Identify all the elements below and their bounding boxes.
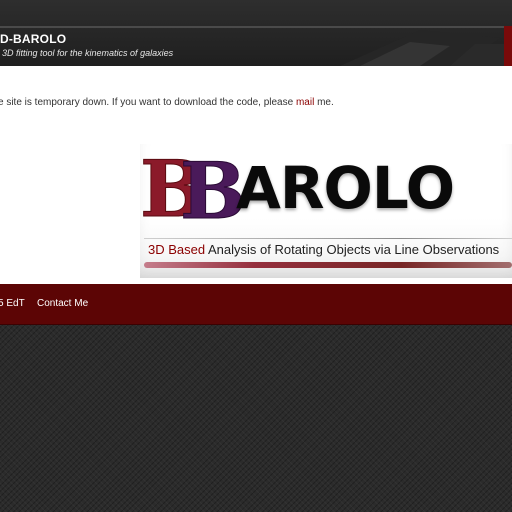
logo-subtitle-highlight: 3D Based bbox=[148, 242, 206, 257]
header-accent-bar bbox=[504, 26, 512, 66]
logo-divider bbox=[144, 238, 512, 239]
site-tagline: 3D fitting tool for the kinematics of ga… bbox=[2, 48, 174, 58]
logo-wordmark: AROLO bbox=[236, 154, 455, 222]
logo-subtitle: 3D Based Analysis of Rotating Objects vi… bbox=[148, 242, 499, 257]
site-header: D-BAROLO 3D fitting tool for the kinemat… bbox=[0, 0, 512, 66]
header-decoration bbox=[340, 30, 512, 66]
maintenance-notice: e site is temporary down. If you want to… bbox=[0, 97, 334, 108]
barolo-logo: B B AROLO 3D Based Analysis of Rotating … bbox=[140, 144, 512, 278]
site-footer: 5 EdT Contact Me bbox=[0, 284, 512, 325]
site-title[interactable]: D-BAROLO bbox=[0, 32, 66, 46]
contact-link[interactable]: Contact Me bbox=[37, 298, 88, 309]
notice-text-after: me. bbox=[314, 97, 334, 108]
footer-text: 5 EdT bbox=[0, 298, 25, 309]
mail-link[interactable]: mail bbox=[296, 97, 314, 108]
logo-subtitle-rest: Analysis of Rotating Objects via Line Ob… bbox=[205, 242, 500, 257]
notice-text-before: e site is temporary down. If you want to… bbox=[0, 97, 296, 108]
main-content: e site is temporary down. If you want to… bbox=[0, 66, 512, 284]
logo-underline bbox=[144, 262, 512, 268]
